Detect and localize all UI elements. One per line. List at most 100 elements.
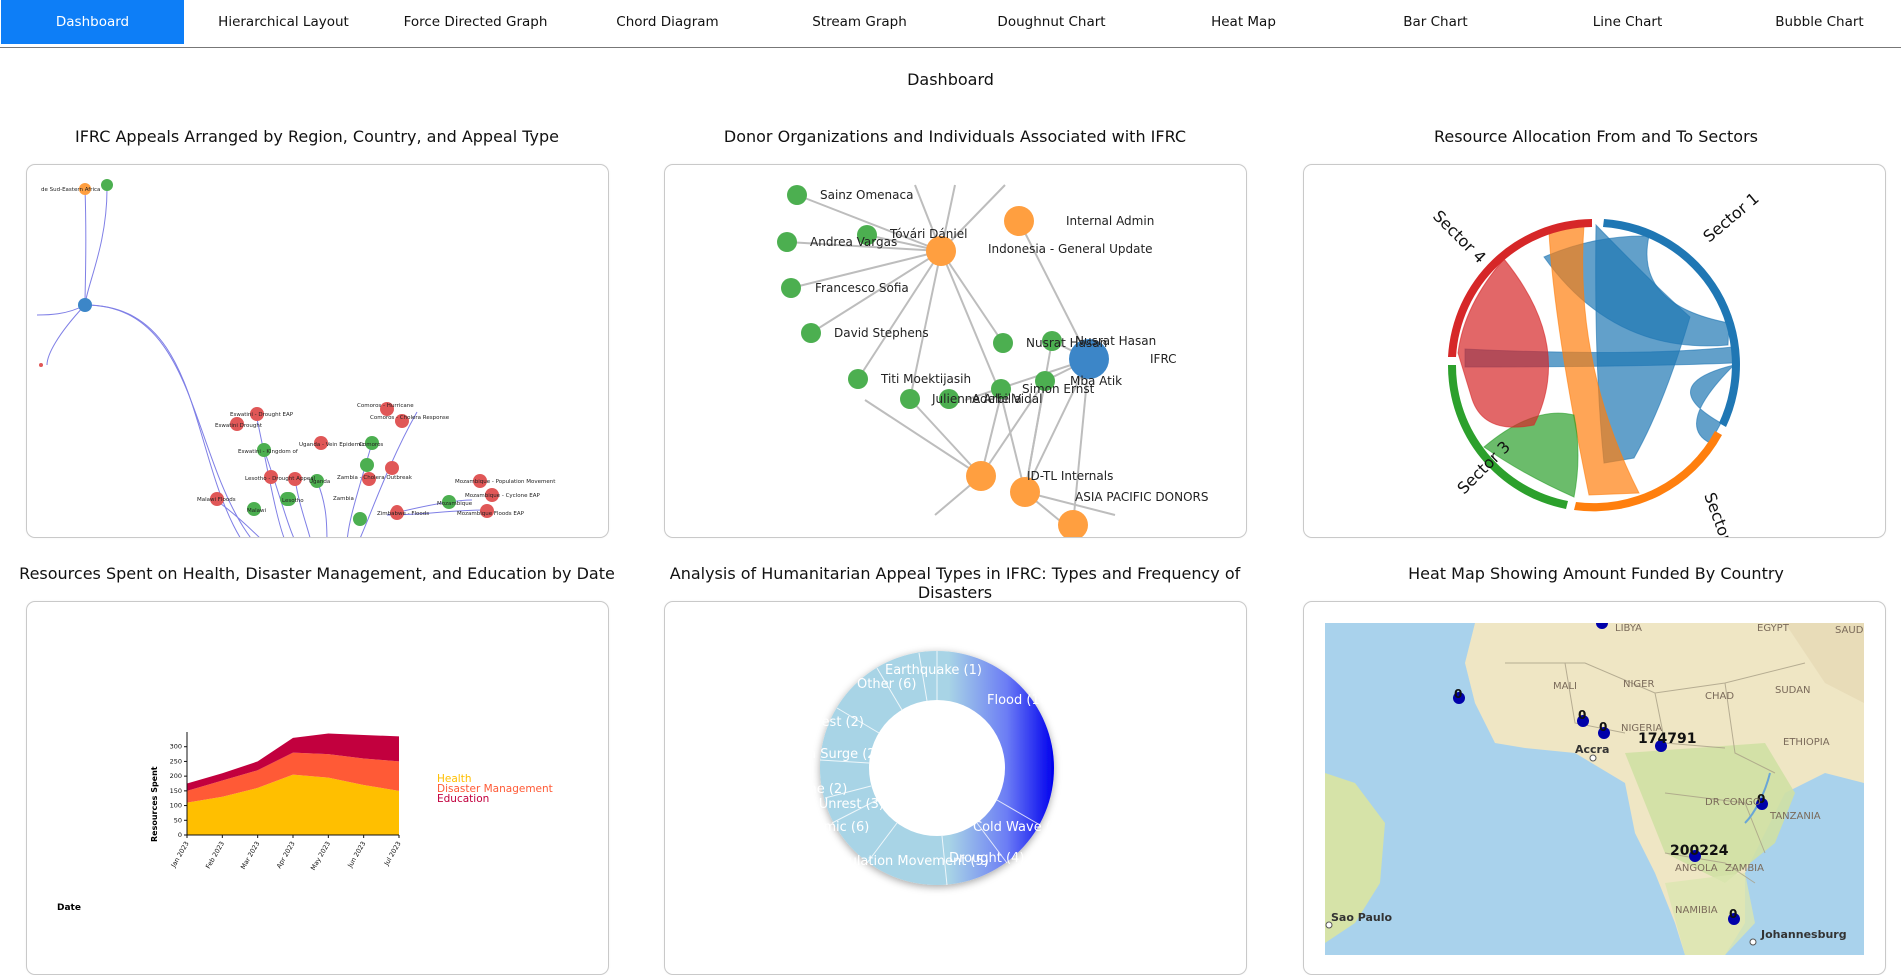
- tree-node[interactable]: [353, 512, 367, 526]
- tree-label: Zambia: [333, 496, 354, 502]
- tab-heat-map[interactable]: Heat Map: [1152, 0, 1335, 44]
- tree-node[interactable]: [39, 363, 43, 367]
- chord-diagram-card[interactable]: Sector 1 Sector 2 Sector 3 Sector 4: [1303, 164, 1886, 538]
- tree-label: Mozambique: [437, 501, 473, 507]
- tab-dashboard[interactable]: Dashboard: [1, 0, 184, 44]
- force-title: Donor Organizations and Individuals Asso…: [723, 127, 1187, 146]
- force-graph[interactable]: Sainz Omenaca Tóvári Dániel Andrea Varga…: [665, 165, 1246, 537]
- x-tick-label: May 2023: [309, 840, 332, 872]
- map-label: ZAMBIA: [1725, 863, 1764, 874]
- tree-node[interactable]: [360, 458, 374, 472]
- force-node[interactable]: [900, 389, 920, 409]
- city-label: Johannesburg: [1760, 928, 1847, 941]
- doughnut-label: Storm Surge (2): [777, 747, 881, 762]
- doughnut-label: Earthquake (1): [885, 663, 982, 678]
- doughnut-label: Cold Wave (3): [973, 820, 1064, 835]
- map-label: LIBYA: [1615, 623, 1642, 634]
- tree-label: Eswatini - Drought EAP: [230, 412, 294, 418]
- force-node[interactable]: [777, 232, 797, 252]
- chord-label: Sector 4: [1429, 206, 1490, 267]
- x-tick-label: Jan 2023: [169, 840, 191, 870]
- force-directed-card[interactable]: Sainz Omenaca Tóvári Dániel Andrea Varga…: [664, 164, 1247, 538]
- force-node[interactable]: [848, 369, 868, 389]
- doughnut-chart-card[interactable]: Earthquake (1) Flood (16) Cold Wave (3) …: [664, 601, 1247, 975]
- heat-map-card[interactable]: 0 0 0 0 0 174791 200224 LIBYA EGYPT SAUD…: [1303, 601, 1886, 975]
- tab-doughnut-chart[interactable]: Doughnut Chart: [960, 0, 1143, 44]
- tree-node-root[interactable]: [78, 298, 92, 312]
- x-tick-label: Jul 2023: [382, 840, 403, 868]
- y-tick-label: 50: [174, 816, 182, 824]
- tab-chord-diagram[interactable]: Chord Diagram: [576, 0, 759, 44]
- y-tick-label: 100: [170, 802, 182, 810]
- stream-title: Resources Spent on Health, Disaster Mana…: [19, 564, 615, 583]
- force-node[interactable]: [801, 323, 821, 343]
- tree-link: [84, 188, 87, 306]
- force-node-hub[interactable]: [1058, 510, 1088, 537]
- tree-node[interactable]: [101, 179, 113, 191]
- chord-diagram[interactable]: Sector 1 Sector 2 Sector 3 Sector 4: [1304, 165, 1885, 537]
- map-base[interactable]: 0 0 0 0 0 174791 200224 LIBYA EGYPT SAUD…: [1325, 623, 1864, 955]
- tree-label: Comoros - Hurricane: [357, 403, 414, 409]
- tree-label: Mozambique - Cyclone EAP: [465, 493, 540, 499]
- doughnut-title: Analysis of Humanitarian Appeal Types in…: [669, 564, 1241, 602]
- force-node[interactable]: [787, 185, 807, 205]
- x-axis-label: Date: [57, 903, 81, 913]
- map-label: EGYPT: [1757, 623, 1790, 634]
- force-node-hub[interactable]: [966, 461, 996, 491]
- force-node[interactable]: [781, 278, 801, 298]
- doughnut-label: Civil Unrest (2): [767, 715, 864, 730]
- map-label: MALI: [1553, 681, 1577, 692]
- map-label: NIGERIA: [1621, 723, 1662, 734]
- doughnut-label: Epidemic (6): [787, 820, 869, 835]
- hierarchical-layout-card[interactable]: de Sud-Eastern Africa Eswatini - Drought…: [26, 164, 609, 538]
- doughnut-chart[interactable]: Earthquake (1) Flood (16) Cold Wave (3) …: [665, 602, 1246, 974]
- map-label: ANGOLA: [1675, 863, 1718, 874]
- map-value: 0: [1578, 708, 1586, 722]
- force-label: ASIA PACIFIC DONORS: [1075, 490, 1208, 504]
- page-title: Dashboard: [907, 70, 994, 89]
- map-label: DR CONGO: [1705, 797, 1761, 808]
- tab-bubble-chart[interactable]: Bubble Chart: [1728, 0, 1901, 44]
- chord-title: Resource Allocation From and To Sectors: [1433, 127, 1759, 146]
- heatmap-title: Heat Map Showing Amount Funded By Countr…: [1408, 564, 1784, 583]
- force-label: Indonesia - General Update: [988, 242, 1153, 256]
- chord-ribbon[interactable]: [1457, 258, 1550, 428]
- force-label: David Stephens: [834, 326, 929, 340]
- x-tick-label: Feb 2023: [204, 840, 226, 870]
- y-tick-label: 200: [170, 772, 182, 780]
- y-tick-label: 0: [178, 831, 182, 839]
- city-marker: [1749, 938, 1757, 946]
- force-node[interactable]: [993, 333, 1013, 353]
- force-label: Internal Admin: [1066, 214, 1154, 228]
- hier-title: IFRC Appeals Arranged by Region, Country…: [74, 127, 560, 146]
- city-label: Sao Paulo: [1331, 911, 1393, 924]
- force-node-hub[interactable]: [1004, 206, 1034, 236]
- tab-line-chart[interactable]: Line Chart: [1536, 0, 1719, 44]
- force-label: Titi Moektijasih: [880, 372, 971, 386]
- tree-label: Eswatini Drought: [215, 423, 263, 429]
- tab-bar-chart[interactable]: Bar Chart: [1344, 0, 1527, 44]
- tree-label: de Sud-Eastern Africa: [41, 187, 100, 193]
- tree-label: Comoros - Cholera Response: [370, 415, 450, 421]
- y-tick-label: 150: [170, 787, 182, 795]
- tab-force-directed-graph[interactable]: Force Directed Graph: [384, 0, 567, 44]
- tree-link: [294, 478, 311, 537]
- map-canvas[interactable]: 0 0 0 0 0 174791 200224 LIBYA EGYPT SAUD…: [1325, 623, 1864, 955]
- stream-graph-card[interactable]: 0 50 100 150 200 250 300 Jan 2023 Feb 2023 Mar 20…: [26, 601, 609, 975]
- tab-hierarchical-layout[interactable]: Hierarchical Layout: [192, 0, 375, 44]
- tree-node[interactable]: [385, 461, 399, 475]
- map-label: NAMIBIA: [1675, 905, 1718, 916]
- tree-link: [84, 188, 108, 306]
- force-label: Adelie Vidal: [972, 392, 1042, 406]
- hierarchical-tree[interactable]: de Sud-Eastern Africa Eswatini - Drought…: [27, 165, 608, 537]
- y-tick-label: 300: [170, 743, 182, 751]
- map-value: 0: [1599, 720, 1607, 734]
- tree-label: Eswatini - Kingdom of: [238, 449, 299, 455]
- stream-chart[interactable]: 0 50 100 150 200 250 300 Jan 2023 Feb 2023 Mar 20…: [27, 602, 608, 974]
- y-tick-label: 250: [170, 757, 182, 765]
- force-label: Nusrat Hasan: [1026, 336, 1107, 350]
- tab-stream-graph[interactable]: Stream Graph: [768, 0, 951, 44]
- doughnut-label: Flood (16): [987, 693, 1053, 708]
- force-label: IFRC: [1150, 352, 1177, 366]
- map-label: SAUDI ARABIA: [1835, 625, 1864, 636]
